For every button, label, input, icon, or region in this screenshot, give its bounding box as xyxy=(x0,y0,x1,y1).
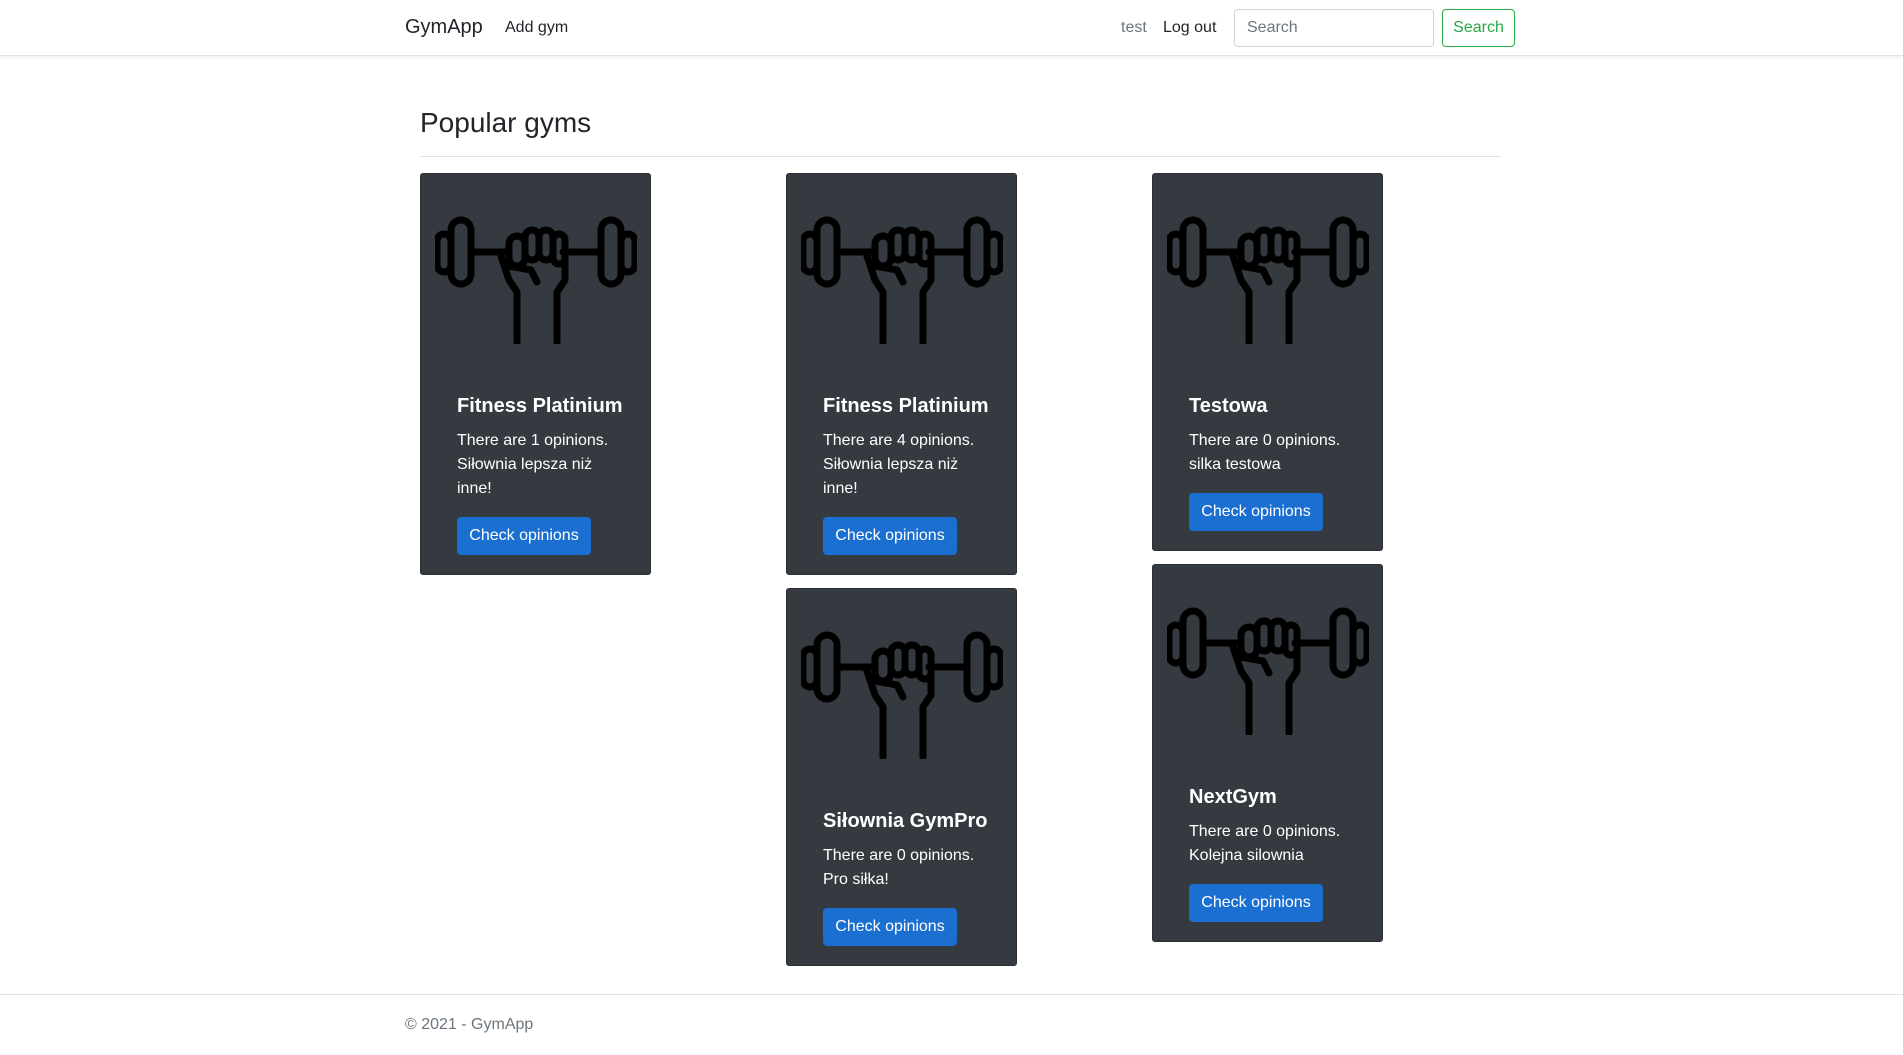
check-opinions-button[interactable]: Check opinions xyxy=(823,517,957,555)
check-opinions-button[interactable]: Check opinions xyxy=(1189,493,1323,531)
nav-username: test xyxy=(1121,19,1147,36)
gym-description: Pro siłka! xyxy=(823,871,889,888)
dumbbell-fist-icon xyxy=(801,196,1003,344)
dumbbell-fist-icon xyxy=(801,611,1003,759)
dumbbell-fist-icon xyxy=(1167,196,1369,344)
gym-card: NextGym There are 0 opinions. Kolejna si… xyxy=(1152,564,1383,942)
footer-copyright: © 2021 - GymApp xyxy=(405,1016,534,1033)
gym-name: NextGym xyxy=(1189,786,1277,808)
search-button[interactable]: Search xyxy=(1442,9,1515,47)
gym-card: Fitness Platinium There are 4 opinions. … xyxy=(786,173,1017,575)
check-opinions-button[interactable]: Check opinions xyxy=(823,908,957,946)
gym-name: Fitness Platinium xyxy=(823,395,989,417)
gym-opinions-count: There are 1 opinions. xyxy=(457,432,609,449)
gym-card: Testowa There are 0 opinions. silka test… xyxy=(1152,173,1383,551)
nav-add-gym-link[interactable]: Add gym xyxy=(505,19,568,37)
gym-name: Fitness Platinium xyxy=(457,395,623,417)
gym-opinions-count: There are 0 opinions. xyxy=(823,847,975,864)
navbar: GymApp Add gym test Log out Search xyxy=(0,0,1903,56)
gym-opinions-count: There are 0 opinions. xyxy=(1189,823,1341,840)
gym-description: silka testowa xyxy=(1189,456,1281,473)
gym-card: Fitness Platinium There are 1 opinions. … xyxy=(420,173,651,575)
gym-name: Testowa xyxy=(1189,395,1268,417)
divider xyxy=(420,156,1501,157)
dumbbell-fist-icon xyxy=(435,196,637,344)
page-title: Popular gyms xyxy=(420,107,592,138)
nav-logout-link[interactable]: Log out xyxy=(1163,19,1216,37)
footer: © 2021 - GymApp xyxy=(0,994,1903,1055)
dumbbell-fist-icon xyxy=(1167,587,1369,735)
gym-description: Kolejna silownia xyxy=(1189,847,1304,864)
check-opinions-button[interactable]: Check opinions xyxy=(457,517,591,555)
gym-card: Siłownia GymPro There are 0 opinions. Pr… xyxy=(786,588,1017,966)
gym-opinions-count: There are 0 opinions. xyxy=(1189,432,1341,449)
gym-description: Siłownia lepsza niż inne! xyxy=(457,456,593,497)
brand-link[interactable]: GymApp xyxy=(405,16,483,39)
gym-opinions-count: There are 4 opinions. xyxy=(823,432,975,449)
check-opinions-button[interactable]: Check opinions xyxy=(1189,884,1323,922)
gym-name: Siłownia GymPro xyxy=(823,810,988,832)
search-input[interactable] xyxy=(1234,9,1434,47)
gym-description: Siłownia lepsza niż inne! xyxy=(823,456,959,497)
